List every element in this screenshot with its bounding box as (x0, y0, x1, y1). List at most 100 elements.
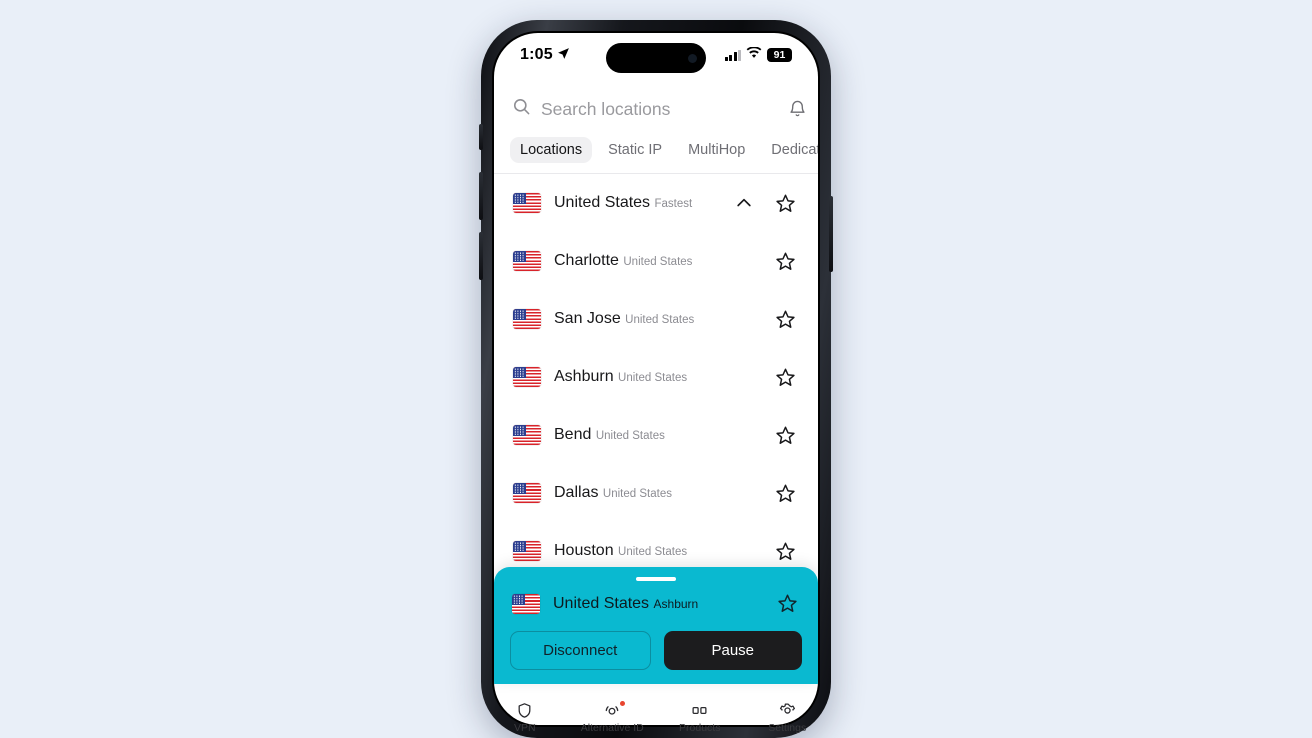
tab-locations[interactable]: Locations (510, 137, 593, 163)
tab-dedicated-ip[interactable]: Dedicated IP (761, 137, 818, 163)
list-item-subtitle: United States (625, 314, 695, 327)
list-item-subtitle: United States (602, 488, 672, 501)
list-item-title: Houston (554, 542, 614, 560)
list-item-title: Dallas (554, 484, 599, 502)
list-item-actions (775, 425, 796, 446)
list-item[interactable]: Bend United States (494, 406, 818, 464)
bell-icon[interactable] (786, 97, 809, 121)
list-item-actions (775, 251, 796, 272)
front-camera (688, 53, 697, 63)
section-tabs: Locations Static IP MultiHop Dedicated I… (494, 131, 818, 173)
connection-actions: Disconnect Pause (510, 631, 802, 670)
connection-subtitle: Ashburn (653, 596, 699, 611)
notification-badge (620, 701, 626, 706)
us-flag-icon (512, 593, 540, 614)
tab-bar-item-products[interactable]: Products (656, 702, 744, 734)
status-time: 1:05 (520, 46, 553, 63)
star-outline-icon[interactable] (775, 425, 796, 446)
list-item-subtitle: United States (595, 430, 665, 443)
list-item-title: Ashburn (554, 368, 614, 386)
star-outline-icon[interactable] (775, 251, 796, 272)
drag-handle[interactable] (636, 577, 676, 581)
list-item-actions (775, 367, 796, 388)
bottom-tab-bar: VPN Alternative ID Products Settings (481, 700, 831, 738)
disconnect-button[interactable]: Disconnect (510, 631, 651, 670)
connection-sheet: United States Ashburn Disconnect Pause (494, 567, 818, 684)
gear-icon (779, 702, 796, 719)
list-item[interactable]: San Jose United States (494, 290, 818, 348)
pause-button[interactable]: Pause (663, 631, 802, 670)
list-item[interactable]: Dallas United States (494, 464, 818, 522)
search-input[interactable] (541, 98, 766, 120)
shield-icon (516, 702, 533, 719)
list-item-text: Charlotte United States (554, 251, 775, 270)
tab-bar-label: Settings (768, 722, 807, 734)
connection-title: United States (553, 594, 650, 612)
phone-screen: 1:05 91 Search locations Locations Stati… (494, 33, 818, 725)
list-item-title: United States (554, 194, 651, 212)
battery-indicator: 91 (767, 48, 792, 62)
list-item-text: Dallas United States (554, 483, 775, 502)
silent-switch[interactable] (479, 124, 483, 150)
cellular-signal-icon (724, 49, 741, 61)
tab-bar-label: VPN (513, 722, 536, 734)
list-item-actions (775, 483, 796, 504)
tab-bar-item-alternative-id[interactable]: Alternative ID (569, 701, 657, 734)
dynamic-island (606, 43, 706, 73)
star-outline-icon[interactable] (775, 483, 796, 504)
us-flag-icon (513, 193, 541, 213)
star-outline-icon[interactable] (775, 193, 796, 214)
tab-bar-item-vpn[interactable]: VPN (481, 702, 569, 734)
list-item-title: Charlotte (554, 252, 619, 270)
list-item-actions (775, 309, 796, 330)
list-item-text: Bend United States (554, 425, 775, 444)
connection-summary: United States Ashburn (510, 593, 802, 614)
us-flag-icon (513, 425, 541, 445)
star-outline-icon[interactable] (775, 541, 796, 562)
volume-down-button[interactable] (479, 232, 483, 280)
status-time-group: 1:05 (520, 46, 570, 64)
us-flag-icon (513, 541, 541, 561)
list-item[interactable]: Charlotte United States (494, 232, 818, 290)
tab-bar-label: Alternative ID (580, 722, 644, 734)
tab-multihop[interactable]: MultiHop (678, 137, 755, 163)
list-item-subtitle: United States (618, 372, 688, 385)
chevron-up-icon[interactable] (734, 193, 754, 213)
list-item-text: Ashburn United States (554, 367, 775, 386)
location-arrow-icon (557, 47, 570, 65)
star-outline-icon[interactable] (775, 309, 796, 330)
status-bar: 1:05 91 (494, 33, 818, 77)
us-flag-icon (513, 309, 541, 329)
grid-icon (691, 702, 708, 719)
search-icon (512, 97, 531, 121)
list-item-title: Bend (554, 426, 592, 444)
us-flag-icon (513, 251, 541, 271)
volume-up-button[interactable] (479, 172, 483, 220)
list-item-title: San Jose (554, 310, 621, 328)
us-flag-icon (513, 367, 541, 387)
list-item-actions (775, 541, 796, 562)
list-item-text: San Jose United States (554, 309, 775, 328)
list-item-subtitle: United States (623, 256, 693, 269)
device-bezel: 1:05 91 Search locations Locations Stati… (492, 31, 820, 727)
list-item-actions (734, 193, 796, 214)
list-item[interactable]: Ashburn United States (494, 348, 818, 406)
tab-bar-label: Products (679, 722, 721, 734)
tab-static-ip[interactable]: Static IP (598, 137, 672, 163)
connection-text: United States Ashburn (553, 594, 777, 613)
status-indicators: 91 (724, 46, 792, 64)
power-button[interactable] (829, 196, 833, 272)
star-outline-icon[interactable] (775, 367, 796, 388)
tab-bar-item-settings[interactable]: Settings (744, 702, 832, 734)
list-item-text: Houston United States (554, 541, 775, 560)
us-flag-icon (513, 483, 541, 503)
search-bar[interactable] (494, 87, 818, 131)
list-item[interactable]: United States Fastest (494, 174, 818, 232)
list-item-text: United States Fastest (554, 193, 734, 212)
list-item-subtitle: Fastest (654, 198, 693, 211)
mask-id-icon (603, 701, 626, 719)
phone-device-frame: 1:05 91 Search locations Locations Stati… (479, 20, 833, 738)
star-outline-icon[interactable] (777, 593, 798, 614)
wifi-icon (746, 46, 762, 64)
list-item-subtitle: United States (618, 546, 688, 559)
